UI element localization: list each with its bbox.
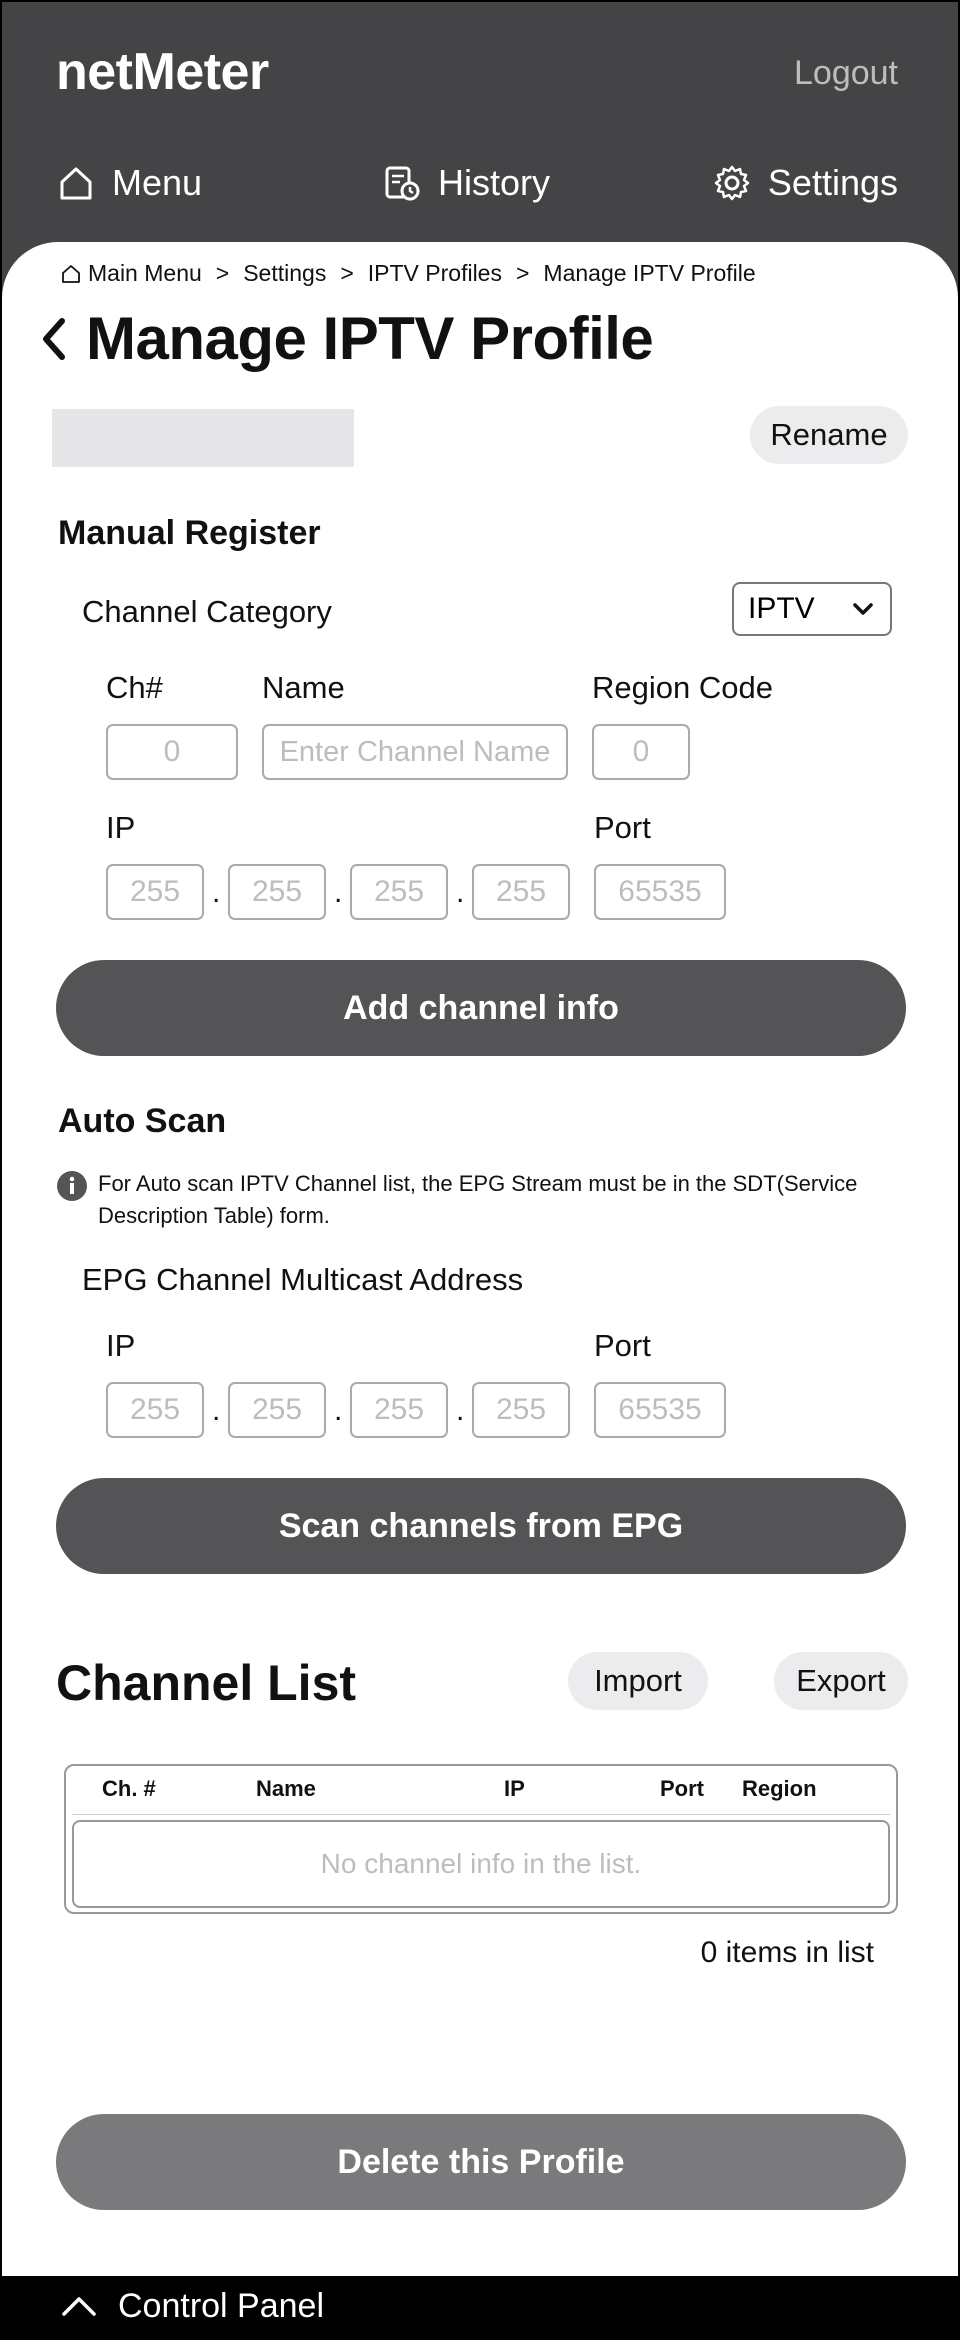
history-icon	[385, 166, 420, 201]
back-chevron-icon[interactable]	[38, 315, 68, 363]
gear-icon	[714, 165, 750, 201]
epg-multicast-label: EPG Channel Multicast Address	[82, 1262, 524, 1297]
import-button[interactable]: Import	[568, 1652, 708, 1710]
ip-dot-separator: .	[212, 1394, 221, 1427]
epg-ip-octet-1-input[interactable]: 255	[106, 1382, 204, 1438]
nav-menu[interactable]: Menu	[56, 162, 202, 204]
delete-profile-button[interactable]: Delete this Profile	[56, 2114, 906, 2210]
chevron-up-icon	[62, 2297, 96, 2316]
ch-number-input[interactable]: 0	[106, 724, 238, 780]
epg-port-input[interactable]: 65535	[594, 1382, 726, 1438]
control-panel-bar[interactable]: Control Panel	[2, 2276, 958, 2336]
port-label: Port	[594, 810, 651, 845]
ip-octet-1-input[interactable]: 255	[106, 864, 204, 920]
ip-dot-separator: .	[456, 876, 465, 909]
region-code-label: Region Code	[592, 670, 773, 705]
export-button[interactable]: Export	[774, 1652, 908, 1710]
nav-menu-label: Menu	[112, 162, 203, 203]
auto-scan-info-line-2: Description Table) form.	[98, 1203, 330, 1228]
page-title: Manage IPTV Profile	[86, 305, 654, 372]
scan-channels-button[interactable]: Scan channels from EPG	[56, 1478, 906, 1574]
logout-link[interactable]: Logout	[794, 54, 898, 93]
ip-dot-separator: .	[334, 876, 343, 909]
breadcrumb-iptv-profiles[interactable]: IPTV Profiles	[368, 260, 502, 287]
ch-number-label: Ch#	[106, 670, 163, 705]
profile-name-field[interactable]	[52, 409, 354, 467]
rename-button[interactable]: Rename	[750, 406, 908, 464]
channel-category-value: IPTV	[748, 592, 815, 625]
channel-name-input[interactable]: Enter Channel Name	[262, 724, 568, 780]
epg-ip-octet-2-input[interactable]: 255	[228, 1382, 326, 1438]
ip-octet-3-input[interactable]: 255	[350, 864, 448, 920]
nav-settings[interactable]: Settings	[712, 162, 898, 204]
breadcrumb-separator: >	[515, 260, 530, 286]
channel-category-select[interactable]: IPTV	[732, 582, 892, 636]
auto-scan-info-line-1: For Auto scan IPTV Channel list, the EPG…	[98, 1171, 858, 1196]
channel-list-heading: Channel List	[56, 1655, 357, 1711]
control-panel-label: Control Panel	[118, 2286, 325, 2325]
region-code-input[interactable]: 0	[592, 724, 690, 780]
ip-label: IP	[106, 810, 136, 845]
epg-ip-label: IP	[106, 1328, 136, 1363]
breadcrumb-separator: >	[215, 260, 230, 286]
chevron-down-icon	[853, 603, 873, 615]
epg-port-label: Port	[594, 1328, 651, 1363]
channel-category-label: Channel Category	[82, 594, 332, 629]
breadcrumb-current: Manage IPTV Profile	[543, 260, 756, 286]
epg-ip-octet-3-input[interactable]: 255	[350, 1382, 448, 1438]
nav-history[interactable]: History	[382, 162, 550, 204]
nav-settings-label: Settings	[767, 162, 898, 203]
epg-ip-octet-4-input[interactable]: 255	[472, 1382, 570, 1438]
page-title-row: Manage IPTV Profile	[38, 304, 654, 373]
column-header-name: Name	[256, 1776, 316, 1801]
ip-octet-4-input[interactable]: 255	[472, 864, 570, 920]
home-small-icon	[62, 264, 80, 283]
manual-register-heading: Manual Register	[58, 514, 321, 552]
column-header-port: Port	[660, 1776, 704, 1801]
add-channel-info-button[interactable]: Add channel info	[56, 960, 906, 1056]
ip-dot-separator: .	[212, 876, 221, 909]
item-count: 0 items in list	[700, 1936, 874, 1969]
auto-scan-heading: Auto Scan	[58, 1102, 227, 1140]
brand-logo: netMeter	[56, 43, 269, 101]
breadcrumb-settings[interactable]: Settings	[243, 260, 326, 287]
channel-name-label: Name	[262, 670, 345, 705]
content-panel: Main Menu > Settings > IPTV Profiles > M…	[2, 242, 958, 2276]
column-header-ch: Ch. #	[102, 1776, 156, 1801]
info-icon	[57, 1171, 87, 1201]
home-icon	[60, 167, 92, 200]
port-input[interactable]: 65535	[594, 864, 726, 920]
breadcrumb-separator: >	[340, 260, 354, 286]
channel-table: Ch. # Name IP Port Region No channel inf…	[64, 1764, 898, 1914]
auto-scan-info: For Auto scan IPTV Channel list, the EPG…	[56, 1168, 876, 1232]
app-window: netMeter Logout Menu History Settings Ma…	[2, 2, 958, 2336]
column-header-ip: IP	[504, 1776, 525, 1801]
ip-dot-separator: .	[456, 1394, 465, 1427]
breadcrumb: Main Menu > Settings > IPTV Profiles > M…	[60, 260, 756, 287]
ip-octet-2-input[interactable]: 255	[228, 864, 326, 920]
ip-dot-separator: .	[334, 1394, 343, 1427]
table-empty-state: No channel info in the list.	[72, 1820, 890, 1908]
nav-history-label: History	[438, 162, 551, 203]
column-header-region: Region	[742, 1776, 817, 1801]
table-header-divider	[72, 1814, 890, 1815]
breadcrumb-main-menu[interactable]: Main Menu	[88, 260, 202, 287]
top-header: netMeter Logout Menu History Settings	[2, 2, 958, 272]
